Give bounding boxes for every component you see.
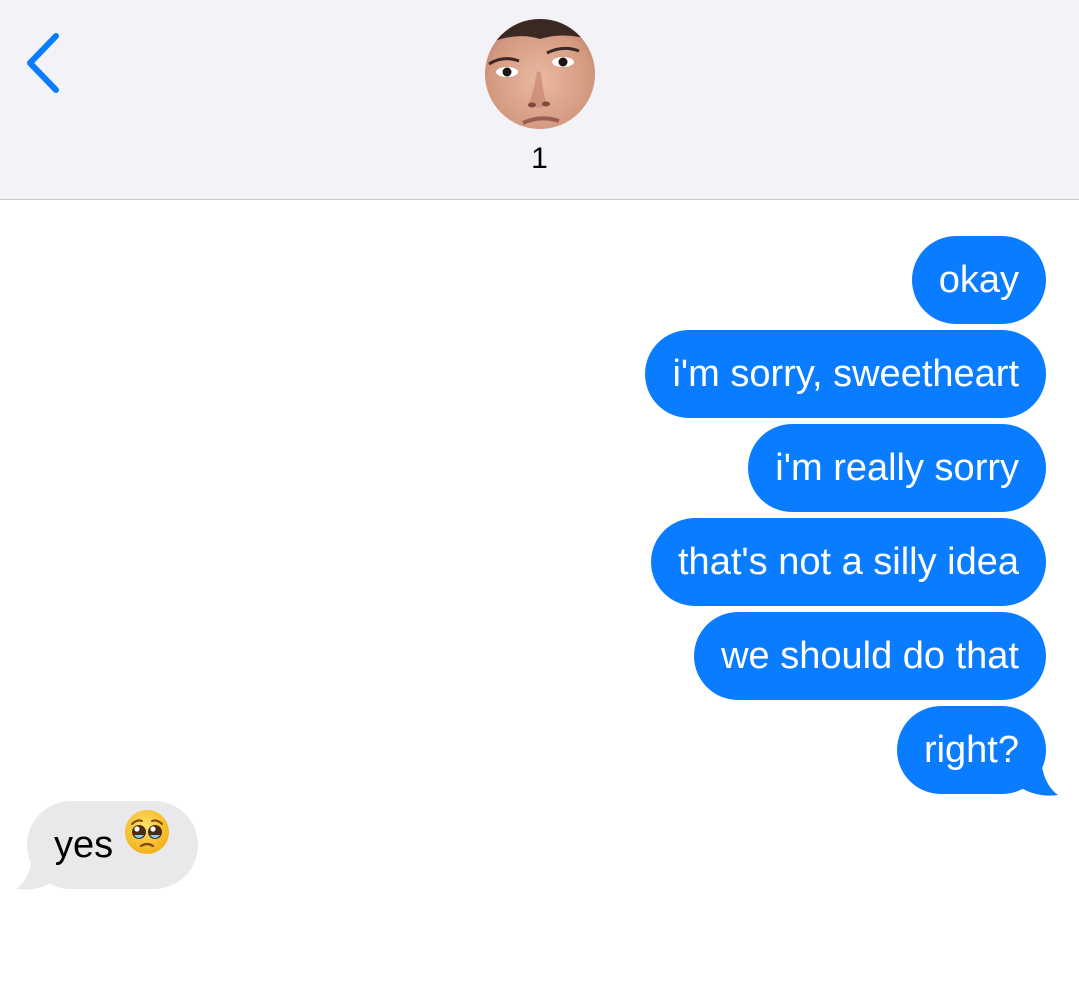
chevron-left-icon — [27, 33, 59, 93]
outgoing-message[interactable]: we should do that — [694, 612, 1046, 700]
back-button[interactable] — [18, 30, 66, 96]
outgoing-message[interactable]: that's not a silly idea — [651, 518, 1046, 606]
outgoing-message[interactable]: i'm really sorry — [748, 424, 1046, 512]
contact-avatar[interactable] — [485, 19, 595, 129]
outgoing-bubble-tail — [1018, 752, 1058, 796]
incoming-message-text: yes — [54, 824, 114, 866]
outgoing-message[interactable]: okay — [911, 236, 1046, 324]
incoming-bubble-tail — [16, 846, 56, 890]
contact-name[interactable]: 1 — [0, 142, 1079, 176]
outgoing-message[interactable]: i'm sorry, sweetheart — [645, 330, 1046, 418]
conversation-header: 1 — [0, 0, 1079, 200]
pleading-face-emoji — [123, 800, 171, 888]
avatar-photo — [485, 19, 595, 129]
